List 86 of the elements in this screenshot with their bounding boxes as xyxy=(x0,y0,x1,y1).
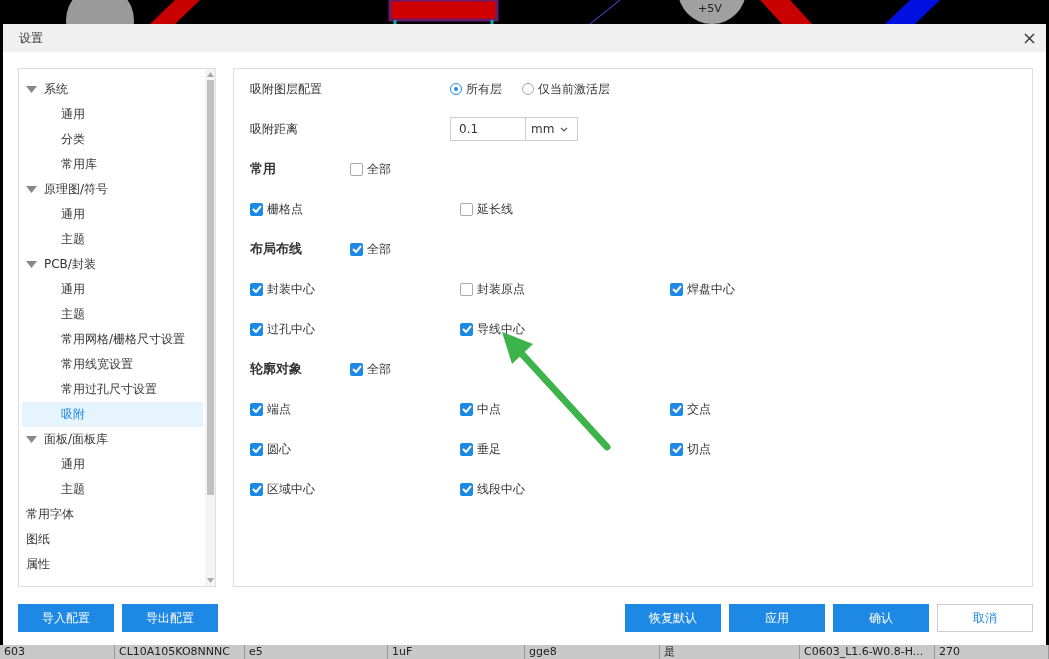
tree-item[interactable]: 常用过孔尺寸设置 xyxy=(22,377,203,402)
expand-triangle-icon[interactable] xyxy=(26,436,37,443)
table-cell: gge8 xyxy=(525,645,660,659)
checkbox[interactable]: 延长线 xyxy=(460,200,670,218)
checkmark-icon xyxy=(461,405,472,413)
footer-button[interactable]: 取消 xyxy=(937,604,1033,632)
tree-item[interactable]: 通用 xyxy=(22,452,203,477)
checkbox[interactable]: 交点 xyxy=(670,400,880,418)
section-heading: 常用 xyxy=(250,160,277,178)
checkbox[interactable]: 栅格点 xyxy=(250,200,460,218)
footer-button[interactable]: 应用 xyxy=(729,604,825,632)
tree-item[interactable]: 原理图/符号 xyxy=(22,177,203,202)
expand-triangle-icon[interactable] xyxy=(26,261,37,268)
scroll-up-icon[interactable] xyxy=(206,72,214,77)
table-cell: e5 xyxy=(245,645,388,659)
tree-item[interactable]: 常用线宽设置 xyxy=(22,352,203,377)
table-cell: 是 xyxy=(660,645,800,659)
footer-button[interactable]: 确认 xyxy=(833,604,929,632)
tree-item[interactable]: 通用 xyxy=(22,277,203,302)
tree-item[interactable]: 属性 xyxy=(22,552,203,577)
checkmark-icon xyxy=(461,445,472,453)
select-all-checkbox[interactable]: 全部 xyxy=(350,360,391,378)
checkmark-icon xyxy=(351,245,362,253)
pad-label: +5V xyxy=(698,2,722,15)
table-cell: 270 xyxy=(935,645,1049,659)
checkbox[interactable]: 封装原点 xyxy=(460,280,670,298)
checkmark-icon xyxy=(671,405,682,413)
checkbox[interactable]: 封装中心 xyxy=(250,280,460,298)
tree-item[interactable]: 常用字体 xyxy=(22,502,203,527)
chevron-down-icon xyxy=(560,126,569,132)
window-title: 设置 xyxy=(19,29,44,47)
expand-triangle-icon[interactable] xyxy=(26,186,37,193)
section-heading: 轮廓对象 xyxy=(250,360,303,378)
section-heading: 布局布线 xyxy=(250,240,303,258)
checkbox[interactable]: 过孔中心 xyxy=(250,320,460,338)
scroll-down-icon[interactable] xyxy=(206,578,214,583)
field-label: 吸附距离 xyxy=(250,120,299,138)
unit-dropdown[interactable]: mm xyxy=(526,117,578,141)
checkbox[interactable]: 中点 xyxy=(460,400,670,418)
checkmark-icon xyxy=(251,405,262,413)
tree-item[interactable]: 图纸 xyxy=(22,527,203,552)
table-cell: CL10A105KO8NNNC xyxy=(115,645,245,659)
checkbox[interactable]: 区域中心 xyxy=(250,480,460,498)
tree-item[interactable]: 常用库 xyxy=(22,152,203,177)
distance-input[interactable]: 0.1 xyxy=(450,117,526,141)
tree-item[interactable]: 主题 xyxy=(22,302,203,327)
footer-button[interactable]: 导入配置 xyxy=(18,604,114,632)
checkmark-icon xyxy=(671,285,682,293)
checkbox[interactable]: 切点 xyxy=(670,440,880,458)
checkmark-icon xyxy=(251,325,262,333)
checkmark-icon xyxy=(251,205,262,213)
tree-item[interactable]: 通用 xyxy=(22,202,203,227)
checkbox[interactable]: 垂足 xyxy=(460,440,670,458)
tree-item[interactable]: 系统 xyxy=(22,77,203,102)
radio-option[interactable]: 所有层 xyxy=(450,80,502,98)
checkbox[interactable]: 线段中心 xyxy=(460,480,670,498)
footer-button[interactable]: 恢复默认 xyxy=(625,604,721,632)
expand-triangle-icon[interactable] xyxy=(26,86,37,93)
field-label: 吸附图层配置 xyxy=(250,80,323,98)
checkmark-icon xyxy=(671,445,682,453)
close-icon[interactable] xyxy=(1024,32,1035,44)
radio-option[interactable]: 仅当前激活层 xyxy=(522,80,610,98)
checkmark-icon xyxy=(461,325,472,333)
select-all-checkbox[interactable]: 全部 xyxy=(350,160,391,178)
tree-item[interactable]: 常用网格/栅格尺寸设置 xyxy=(22,327,203,352)
checkmark-icon xyxy=(251,445,262,453)
tree-item[interactable]: 面板/面板库 xyxy=(22,427,203,452)
scrollbar[interactable] xyxy=(205,69,215,586)
table-cell: 603 xyxy=(0,645,115,659)
checkbox[interactable]: 焊盘中心 xyxy=(670,280,880,298)
checkmark-icon xyxy=(461,485,472,493)
checkmark-icon xyxy=(251,485,262,493)
checkmark-icon xyxy=(251,285,262,293)
table-cell: C0603_L1.6-W0.8-H... xyxy=(800,645,935,659)
checkbox[interactable]: 端点 xyxy=(250,400,460,418)
tree-item[interactable]: 主题 xyxy=(22,477,203,502)
checkbox[interactable]: 导线中心 xyxy=(460,320,670,338)
tree-item[interactable]: 通用 xyxy=(22,102,203,127)
checkbox[interactable]: 圆心 xyxy=(250,440,460,458)
checkmark-icon xyxy=(351,365,362,373)
tree-item[interactable]: 主题 xyxy=(22,227,203,252)
table-cell: 1uF xyxy=(388,645,525,659)
footer-button[interactable]: 导出配置 xyxy=(122,604,218,632)
tree-item[interactable]: PCB/封装 xyxy=(22,252,203,277)
tree-item[interactable]: 分类 xyxy=(22,127,203,152)
select-all-checkbox[interactable]: 全部 xyxy=(350,240,391,258)
